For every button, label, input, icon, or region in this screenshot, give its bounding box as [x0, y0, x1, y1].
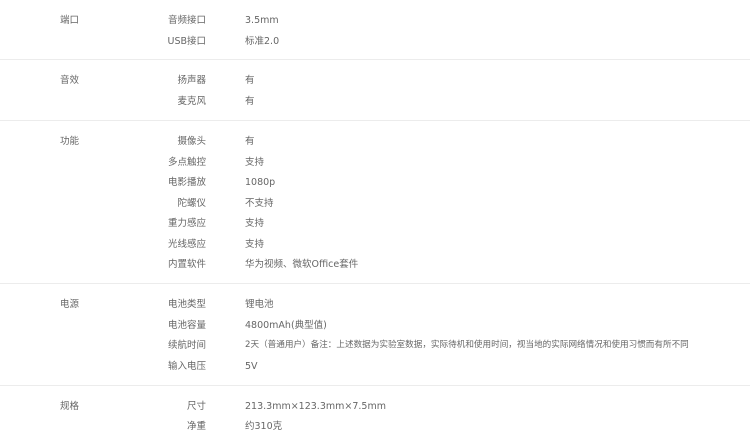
spec-value: 标准2.0: [245, 36, 280, 47]
spec-label: 光线感应: [167, 239, 206, 250]
spec-label: 音频接口: [167, 15, 206, 26]
spec-value: 1080p: [245, 177, 276, 188]
spec-label: 多点触控: [167, 157, 206, 168]
section-port: 端口 音频接口 3.5mm USB接口 标准2.0: [0, 0, 750, 60]
spec-row: 陀螺仪 不支持: [0, 197, 750, 210]
spec-label: 净重: [186, 421, 206, 432]
spec-value: 213.3mm×123.3mm×7.5mm: [245, 401, 386, 412]
spec-value: 华为视频、微软Office套件: [245, 259, 359, 270]
spec-row: 电池容量 4800mAh(典型值): [0, 319, 750, 332]
spec-row: 续航时间 2天（普通用户）备注：上述数据为实验室数据，实际待机和使用时间，视当地…: [0, 339, 750, 352]
spec-label: 重力感应: [167, 218, 206, 229]
spec-value: 有: [245, 136, 255, 147]
section-audio: 音效 扬声器 有 麦克风 有: [0, 60, 750, 121]
spec-value: 支持: [245, 239, 265, 250]
spec-label: 内置软件: [167, 259, 206, 270]
spec-label: 电影播放: [167, 177, 206, 188]
section-spec: 规格 尺寸 213.3mm×123.3mm×7.5mm 净重 约310克: [0, 386, 750, 438]
spec-value: 不支持: [245, 198, 274, 209]
spec-row: 重力感应 支持: [0, 217, 750, 230]
spec-value: 2天（普通用户）备注：上述数据为实验室数据，实际待机和使用时间，视当地的实际网络…: [245, 340, 689, 350]
spec-row: 摄像头 有: [0, 135, 750, 148]
spec-value: 有: [245, 75, 255, 86]
spec-label: 麦克风: [177, 96, 206, 107]
section-function: 功能 摄像头 有 多点触控 支持 电影播放 1080p 陀螺仪 不支持 重力感应…: [0, 121, 750, 284]
spec-label: 扬声器: [177, 75, 206, 86]
spec-label: 尺寸: [186, 401, 206, 412]
spec-value: 约310克: [245, 421, 283, 432]
spec-value: 4800mAh(典型值): [245, 320, 327, 331]
spec-row: USB接口 标准2.0: [0, 35, 750, 48]
spec-row: 输入电压 5V: [0, 360, 750, 373]
spec-value: 有: [245, 96, 255, 107]
spec-row: 扬声器 有: [0, 74, 750, 87]
spec-row: 内置软件 华为视频、微软Office套件: [0, 258, 750, 271]
spec-label: 陀螺仪: [177, 198, 206, 209]
spec-value: 5V: [245, 361, 258, 372]
spec-row: 电池类型 锂电池: [0, 298, 750, 311]
spec-row: 多点触控 支持: [0, 156, 750, 169]
section-power: 电源 电池类型 锂电池 电池容量 4800mAh(典型值) 续航时间 2天（普通…: [0, 284, 750, 386]
spec-row: 麦克风 有: [0, 95, 750, 108]
spec-label: USB接口: [167, 36, 206, 47]
spec-row: 电影播放 1080p: [0, 176, 750, 189]
spec-row: 光线感应 支持: [0, 238, 750, 251]
spec-label: 电池类型: [167, 299, 206, 310]
spec-row: 尺寸 213.3mm×123.3mm×7.5mm: [0, 400, 750, 413]
spec-label: 摄像头: [177, 136, 206, 147]
spec-row: 音频接口 3.5mm: [0, 14, 750, 27]
spec-table: 端口 音频接口 3.5mm USB接口 标准2.0 音效 扬声器 有 麦克风 有…: [0, 0, 750, 438]
spec-value: 支持: [245, 157, 265, 168]
spec-value: 3.5mm: [245, 15, 279, 26]
spec-value: 支持: [245, 218, 265, 229]
spec-row: 净重 约310克: [0, 420, 750, 433]
spec-value: 锂电池: [245, 299, 274, 310]
spec-label: 输入电压: [167, 361, 206, 372]
spec-label: 电池容量: [167, 320, 206, 331]
spec-label: 续航时间: [167, 340, 206, 351]
